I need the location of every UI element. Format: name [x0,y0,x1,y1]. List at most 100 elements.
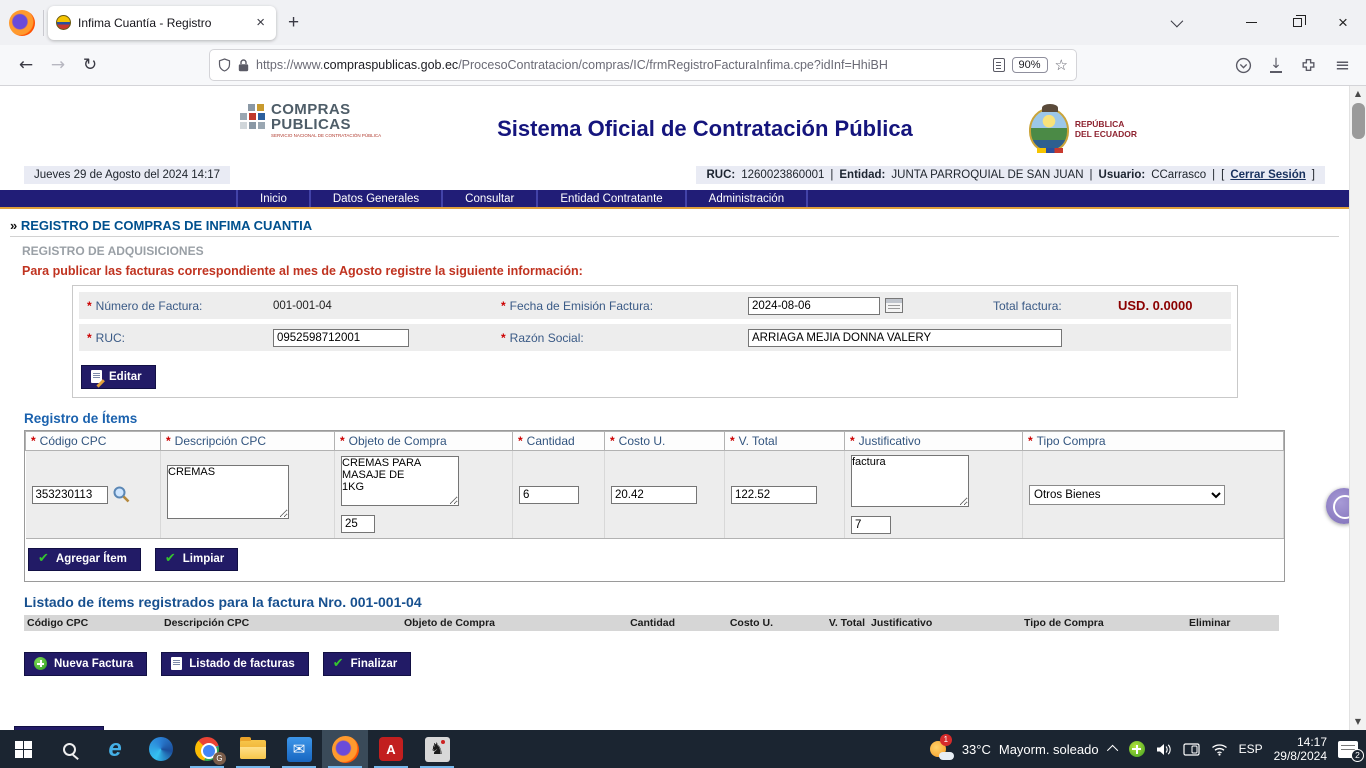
url-domain: compraspublicas.gob.ec [323,58,458,72]
extensions-icon[interactable] [1300,57,1317,74]
restore-button[interactable] [1274,0,1320,45]
chevron-down-icon [1170,15,1183,28]
zoom-level-chip[interactable]: 90% [1012,57,1048,73]
browser-tab[interactable]: Infima Cuantía - Registro × [48,6,276,40]
taskbar-internet-explorer[interactable]: e [92,730,138,768]
tray-chevron-up-icon[interactable] [1107,745,1118,756]
listado-header-objeto: Objeto de Compra [401,617,626,629]
fecha-emision-input[interactable] [748,297,880,315]
listado-facturas-button[interactable]: Listado de facturas [161,652,308,676]
finalizar-button[interactable]: ✔Finalizar [323,652,412,676]
taskbar-chrome[interactable]: G [184,730,230,768]
vertical-scrollbar[interactable]: ▲ ▼ [1349,86,1366,730]
bookmark-star-icon[interactable]: ☆ [1055,56,1068,74]
forward-button[interactable]: → [42,55,74,75]
taskbar-clock[interactable]: 14:17 29/8/2024 [1274,735,1327,764]
calendar-icon[interactable] [885,298,903,313]
instruction-text: Para publicar las facturas correspondien… [22,264,1349,278]
justificativo-textarea[interactable]: factura [851,455,969,507]
back-button[interactable]: ← [10,55,42,75]
cantidad-input[interactable] [519,486,579,504]
items-actions: ✔Agregar Ítem ✔Limpiar [25,539,1284,581]
valor-total-input[interactable] [731,486,817,504]
clock-time: 14:17 [1274,735,1327,749]
url-bar[interactable]: https://www.compraspublicas.gob.ec/Proce… [210,50,1076,80]
start-button[interactable] [0,730,46,768]
tab-title: Infima Cuantía - Registro [78,16,246,30]
downloads-icon[interactable]: ↓ [1270,58,1282,73]
url-text[interactable]: https://www.compraspublicas.gob.ec/Proce… [256,58,986,72]
edge-icon [149,737,173,761]
total-factura-label: Total factura: [993,299,1118,313]
tab-list-button[interactable] [1152,0,1198,45]
items-header-vtotal: *V. Total [725,432,845,451]
taskbar-search-button[interactable] [46,730,92,768]
items-header-descripcion: *Descripción CPC [161,432,335,451]
chrome-profile-badge: G [213,752,226,765]
ruc-input[interactable] [273,329,409,347]
site-title: Sistema Oficial de Contratación Pública [381,102,1029,142]
tab-close-icon[interactable]: × [253,14,268,31]
taskbar-bird-app[interactable]: ♞ [414,730,460,768]
editar-button[interactable]: Editar [81,365,156,389]
objeto-compra-textarea[interactable]: CREMAS PARA MASAJE DE 1KG [341,456,459,506]
logout-link[interactable]: Cerrar Sesión [1230,169,1305,181]
nav-item-administracion[interactable]: Administración [687,190,808,207]
descripcion-cpc-textarea[interactable]: CREMAS [167,465,289,519]
reader-view-icon[interactable] [993,58,1005,72]
nav-item-inicio[interactable]: Inicio [236,190,311,207]
items-header-objeto: *Objeto de Compra [335,432,513,451]
language-indicator[interactable]: ESP [1239,742,1263,756]
new-tab-button[interactable]: + [276,12,311,34]
listado-header-costo: Costo U. [678,617,776,629]
listado-header-codigo: Código CPC [24,617,161,629]
nav-item-datos-generales[interactable]: Datos Generales [311,190,443,207]
taskbar-acrobat[interactable]: A [368,730,414,768]
shield-icon[interactable] [218,58,231,72]
nav-item-entidad-contratante[interactable]: Entidad Contratante [538,190,686,207]
weather-widget[interactable]: 1 33°C Mayorm. soleado [929,738,1099,760]
taskbar-edge[interactable] [138,730,184,768]
display-tray-icon[interactable] [1183,743,1200,756]
nueva-factura-button[interactable]: Nueva Factura [24,652,147,676]
objeto-qty-input[interactable] [341,515,375,533]
close-button[interactable]: × [1320,0,1366,45]
wifi-icon[interactable] [1211,743,1228,756]
listado-header-justificativo: Justificativo [868,617,1021,629]
justificativo-num-input[interactable] [851,516,891,534]
separator: | [1212,169,1215,181]
volume-icon[interactable] [1156,743,1172,756]
datetime-chip: Jueves 29 de Agosto del 2024 14:17 [24,166,230,184]
session-chip: RUC: 1260023860001 | Entidad: JUNTA PARR… [696,166,1325,184]
reload-button[interactable]: ↻ [74,55,106,75]
menu-icon[interactable]: ≡ [1335,55,1350,76]
tipo-compra-select[interactable]: Otros Bienes [1029,485,1225,505]
taskbar-firefox[interactable] [322,730,368,768]
firefox-logo-icon[interactable] [9,10,35,36]
logo-line2: PUBLICAS [271,117,381,132]
scroll-up-button[interactable]: ▲ [1350,86,1366,102]
limpiar-button[interactable]: ✔Limpiar [155,548,238,571]
minimize-button[interactable] [1228,0,1274,45]
taskbar-file-explorer[interactable] [230,730,276,768]
pocket-icon[interactable] [1235,57,1252,74]
taskbar-mail[interactable]: ✉ [276,730,322,768]
agregar-item-button[interactable]: ✔Agregar Ítem [28,548,141,571]
required-marker: * [501,331,506,345]
costo-unitario-input[interactable] [611,486,697,504]
action-center-icon[interactable]: 2 [1338,741,1358,758]
search-cpc-icon[interactable] [112,485,131,504]
antivirus-tray-icon[interactable] [1129,741,1145,757]
browser-tab-bar: Infima Cuantía - Registro × + × [0,0,1366,45]
nav-item-consultar[interactable]: Consultar [443,190,538,207]
items-header-codigo: *Código CPC [26,432,161,451]
lock-icon[interactable] [238,59,249,72]
scroll-down-button[interactable]: ▼ [1350,714,1366,730]
windows-logo-icon [15,741,32,758]
invoice-form-row-2: *RUC: *Razón Social: [79,324,1231,351]
url-scheme: https://www. [256,58,323,72]
codigo-cpc-input[interactable] [32,486,108,504]
razon-social-input[interactable] [748,329,1062,347]
folder-icon [240,740,266,759]
scrollbar-thumb[interactable] [1352,103,1365,139]
